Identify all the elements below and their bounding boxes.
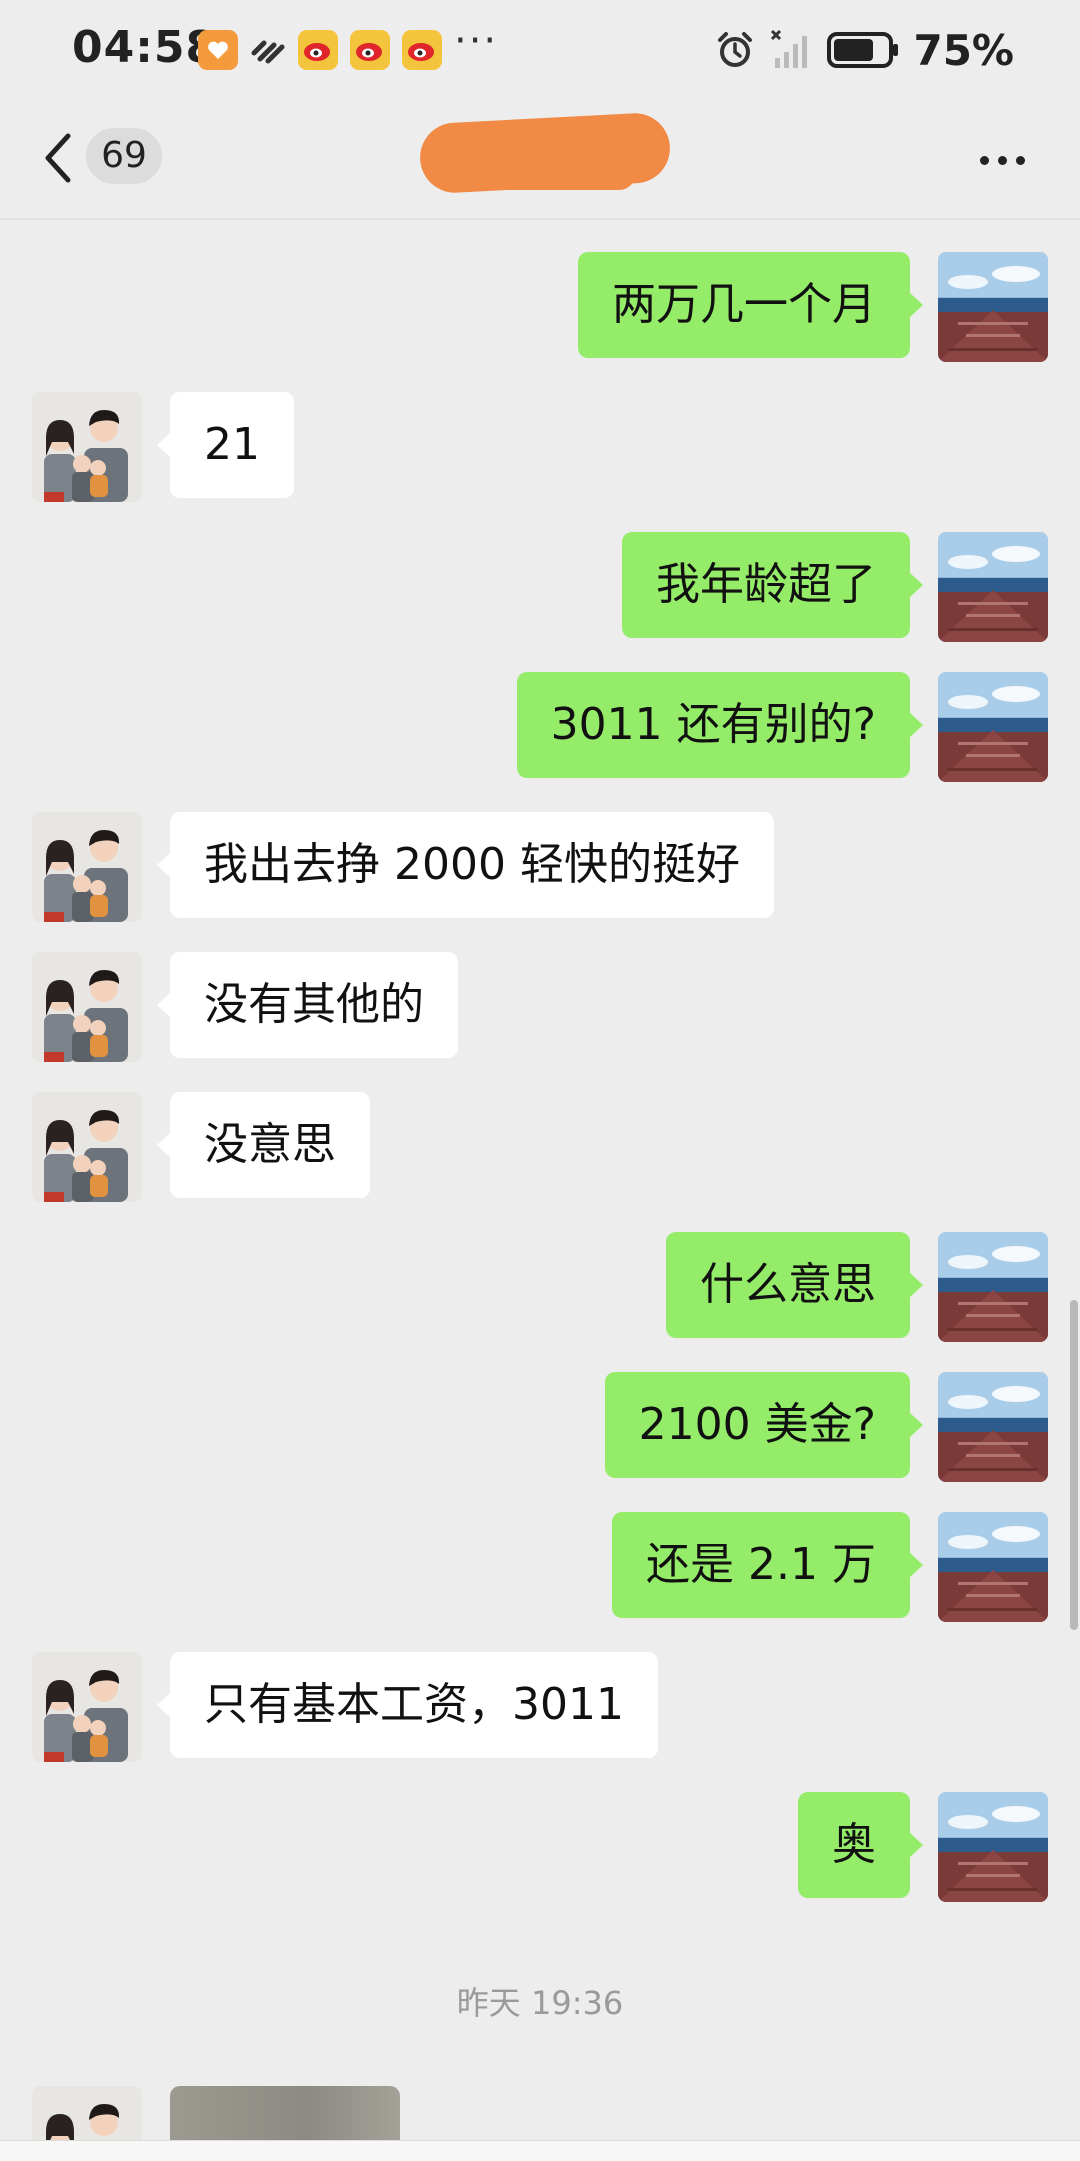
signal-off-icon xyxy=(771,29,808,68)
scrollbar[interactable] xyxy=(1070,1300,1078,1630)
received-message-bubble[interactable]: 21 xyxy=(157,392,294,498)
message-row-sent: 3011 还有别的? xyxy=(0,672,1080,784)
message-row-received: 21 xyxy=(0,392,1080,504)
received-message-bubble[interactable]: 只有基本工资，3011 xyxy=(157,1652,658,1758)
chat-header: 69 xyxy=(0,100,1080,220)
redacted-chat-title-mark xyxy=(436,156,636,190)
my-avatar[interactable] xyxy=(938,1232,1048,1342)
sent-message-bubble[interactable]: 2100 美金? xyxy=(604,1372,924,1478)
timestamp: 昨天 19:36 xyxy=(456,1984,624,2022)
input-bar-edge xyxy=(0,2140,1080,2161)
message-row-sent: 2100 美金? xyxy=(0,1372,1080,1484)
app-heart-icon xyxy=(198,30,238,70)
sent-message-bubble[interactable]: 两万几一个月 xyxy=(578,252,923,358)
message-row-sent: 两万几一个月 xyxy=(0,252,1080,364)
weibo-icon xyxy=(402,30,442,70)
contact-avatar[interactable] xyxy=(32,812,142,922)
message-row-received: 没意思 xyxy=(0,1092,1080,1204)
sent-message-bubble[interactable]: 奥 xyxy=(798,1792,923,1898)
status-time: 04:58 xyxy=(72,22,218,73)
contact-avatar[interactable] xyxy=(32,1092,142,1202)
my-avatar[interactable] xyxy=(938,1792,1048,1902)
battery-percent: 75% xyxy=(913,25,1014,75)
received-message-bubble[interactable]: 我出去挣 2000 轻快的挺好 xyxy=(157,812,774,918)
more-notifications: ··· xyxy=(454,18,499,64)
message-row-sent: 我年龄超了 xyxy=(0,532,1080,644)
status-bar: 04:58 ··· 75% xyxy=(0,0,1080,100)
contact-avatar[interactable] xyxy=(32,952,142,1062)
battery-icon xyxy=(827,32,899,68)
message-row-received: 只有基本工资，3011 xyxy=(0,1652,1080,1764)
alarm-icon xyxy=(718,32,753,67)
message-row-sent: 还是 2.1 万 xyxy=(0,1512,1080,1624)
weibo-icon xyxy=(298,30,338,70)
more-options-button[interactable] xyxy=(972,140,1032,180)
contact-avatar[interactable] xyxy=(32,392,142,502)
contact-avatar[interactable] xyxy=(32,1652,142,1762)
app-stripes-icon xyxy=(248,30,288,70)
sent-message-bubble[interactable]: 什么意思 xyxy=(666,1232,923,1338)
sent-message-bubble[interactable]: 还是 2.1 万 xyxy=(612,1512,923,1618)
status-right: 75% xyxy=(715,22,1014,78)
message-row-sent: 什么意思 xyxy=(0,1232,1080,1344)
my-avatar[interactable] xyxy=(938,252,1048,362)
received-message-bubble[interactable]: 没有其他的 xyxy=(157,952,458,1058)
message-row-received: 没有其他的 xyxy=(0,952,1080,1064)
received-message-bubble[interactable]: 没意思 xyxy=(157,1092,370,1198)
sent-message-bubble[interactable]: 我年龄超了 xyxy=(622,532,923,638)
message-row-received: 我出去挣 2000 轻快的挺好 xyxy=(0,812,1080,924)
weibo-icon xyxy=(350,30,390,70)
my-avatar[interactable] xyxy=(938,1512,1048,1622)
message-row-sent: 奥 xyxy=(0,1792,1080,1904)
sent-message-bubble[interactable]: 3011 还有别的? xyxy=(516,672,924,778)
my-avatar[interactable] xyxy=(938,532,1048,642)
my-avatar[interactable] xyxy=(938,1372,1048,1482)
my-avatar[interactable] xyxy=(938,672,1048,782)
back-button[interactable] xyxy=(34,128,84,188)
unread-count-badge[interactable]: 69 xyxy=(86,128,162,184)
chevron-left-icon xyxy=(45,133,71,183)
